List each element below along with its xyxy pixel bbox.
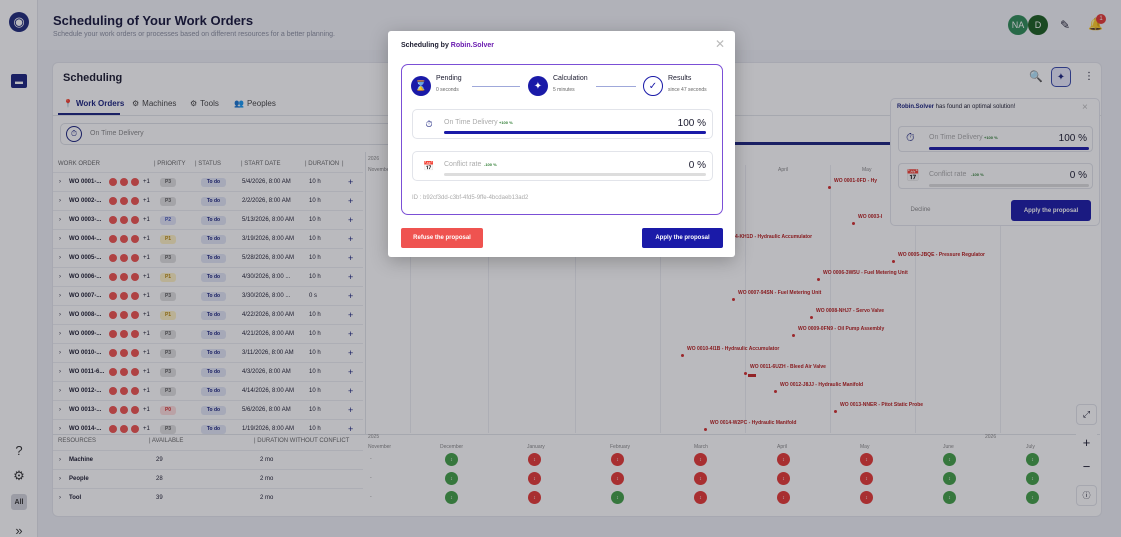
modal-conflict-card: 📅 Conflict rate -100 % 0 %: [412, 151, 713, 181]
step-title: Results: [668, 75, 692, 82]
refuse-proposal-button[interactable]: Refuse the proposal: [401, 228, 483, 248]
metric-value: 0 %: [688, 160, 706, 171]
modal-title-prefix: Scheduling by: [401, 42, 451, 49]
metric-delta: -100 %: [484, 162, 497, 167]
step-title: Calculation: [553, 75, 588, 82]
metric-bar-fill: [444, 131, 706, 134]
metric-bar: [444, 131, 706, 134]
metric-delta: +100 %: [499, 120, 513, 125]
step-connector: [596, 86, 636, 87]
step-subtitle: since 47 seconds: [668, 87, 707, 93]
step-connector: [472, 86, 520, 87]
step-results: ✓ Results since 47 seconds: [643, 75, 707, 96]
modal-otd-card: ⏱ On Time Delivery +100 % 100 %: [412, 109, 713, 139]
calendar-x-icon: 📅: [423, 160, 435, 171]
step-title: Pending: [436, 75, 462, 82]
metric-bar: [444, 173, 706, 176]
apply-proposal-button[interactable]: Apply the proposal: [642, 228, 723, 248]
timer-icon: ⏱: [425, 118, 433, 129]
metric-label: Conflict rate: [444, 161, 482, 168]
sparkle-icon: ✦: [528, 76, 548, 96]
step-pending: ⌛ Pending 0 seconds: [411, 75, 462, 96]
proposal-id: ID : b92cf3dd-c3bf-4fd5-9ffe-4bcdaeb13ad…: [412, 195, 529, 201]
step-calculation: ✦ Calculation 5 minutes: [528, 75, 588, 96]
modal-title: Scheduling by Robin.Solver: [401, 42, 494, 49]
brand-name: Robin.Solver: [450, 42, 494, 49]
metric-label: On Time Delivery: [444, 119, 498, 126]
hourglass-icon: ⌛: [411, 76, 431, 96]
check-icon: ✓: [643, 76, 663, 96]
step-subtitle: 0 seconds: [436, 87, 459, 93]
step-subtitle: 5 minutes: [553, 87, 575, 93]
metric-value: 100 %: [677, 118, 706, 129]
close-icon[interactable]: ✕: [715, 37, 725, 51]
